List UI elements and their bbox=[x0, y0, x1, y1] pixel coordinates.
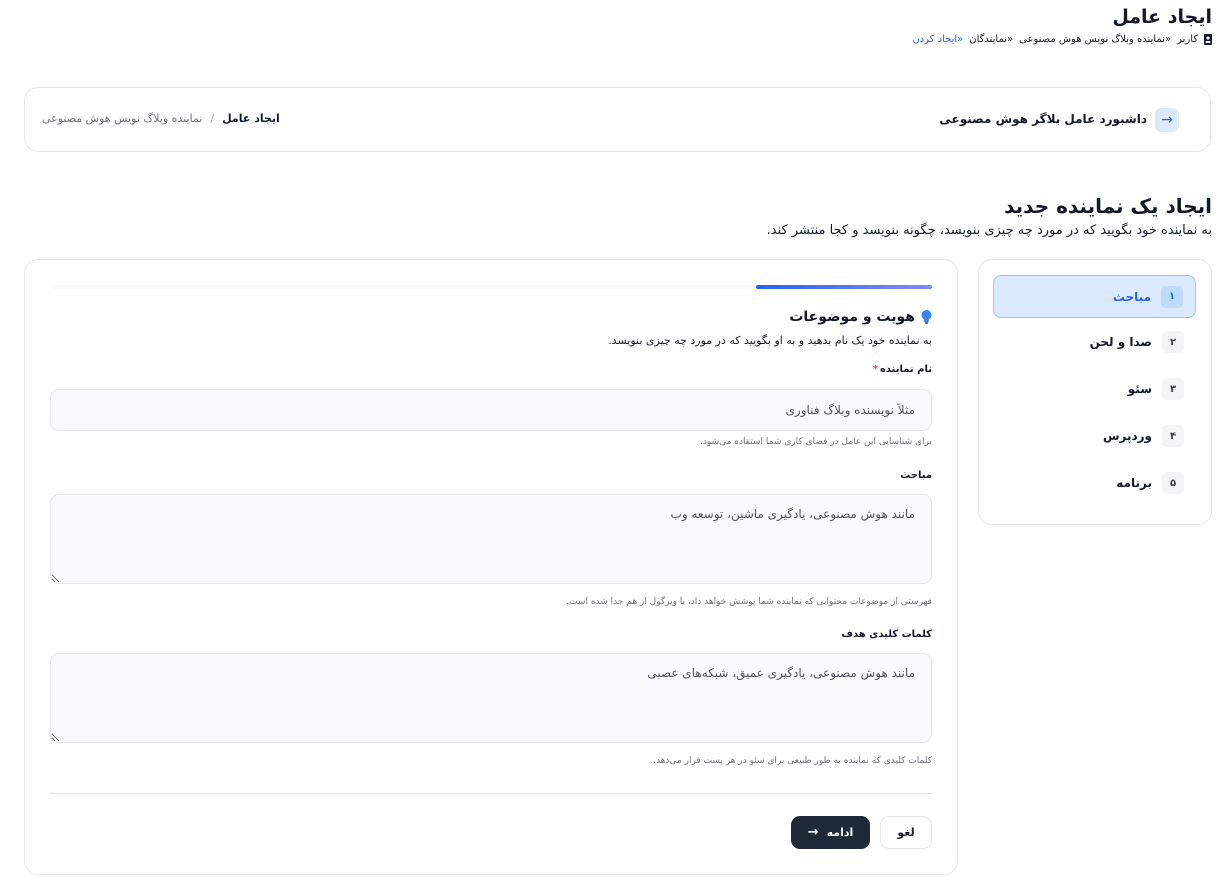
step-label: سئو bbox=[1127, 382, 1152, 396]
step-label: وردپرس bbox=[1102, 429, 1152, 443]
required-mark: * bbox=[872, 364, 878, 375]
step-number: ۳ bbox=[1162, 378, 1184, 400]
continue-label: ادامه bbox=[826, 826, 854, 839]
keywords-help: کلمات کلیدی که نماینده به طور طبیعی برای… bbox=[653, 756, 932, 766]
breadcrumb-agents[interactable]: «نمایندگان bbox=[969, 34, 1013, 45]
arrow-right-icon: → bbox=[1161, 112, 1173, 128]
divider bbox=[50, 793, 932, 794]
agent-name-label: نام نماینده* bbox=[873, 364, 932, 375]
page-title: ایجاد عامل bbox=[1112, 6, 1212, 28]
progress-bar bbox=[50, 285, 932, 289]
step-voice-tone[interactable]: ۲ صدا و لحن bbox=[993, 326, 1196, 358]
breadcrumb: کاربر «نماینده وبلاگ نویس هوش مصنوعی «نم… bbox=[912, 34, 1212, 45]
form-card: هویت و موضوعات به نماینده خود یک نام بده… bbox=[24, 259, 958, 875]
arrow-right-icon: → bbox=[807, 825, 819, 840]
topics-label: مباحث bbox=[900, 470, 932, 481]
step-label: برنامه bbox=[1116, 476, 1152, 490]
step-label: صدا و لحن bbox=[1089, 335, 1152, 349]
cancel-button[interactable]: لغو bbox=[880, 816, 932, 849]
breadcrumb-create[interactable]: «ایجاد کردن bbox=[912, 34, 963, 45]
keywords-label: کلمات کلیدی هدف bbox=[841, 629, 932, 640]
step-number: ۱ bbox=[1161, 285, 1183, 308]
page-subheading: به نماینده خود بگویید که در مورد چه چیزی… bbox=[766, 223, 1212, 238]
step-number: ۵ bbox=[1162, 472, 1184, 494]
step-number: ۲ bbox=[1162, 331, 1184, 353]
lightbulb-icon bbox=[921, 310, 932, 324]
breadcrumb-agent[interactable]: «نماینده وبلاگ نویس هوش مصنوعی bbox=[1019, 34, 1171, 45]
user-badge-icon bbox=[1204, 34, 1212, 45]
progress-fill bbox=[755, 285, 932, 289]
agent-name-label-text: نام نماینده bbox=[879, 364, 932, 375]
step-wordpress[interactable]: ۴ وردپرس bbox=[993, 420, 1196, 452]
inner-breadcrumb-prev[interactable]: نماینده وبلاگ نویس هوش مصنوعی bbox=[42, 112, 202, 125]
step-label: مباحث bbox=[1112, 289, 1151, 304]
inner-breadcrumb-current: ایجاد عامل bbox=[222, 112, 280, 125]
continue-button[interactable]: ادامه → bbox=[791, 816, 870, 849]
topics-help: فهرستی از موضوعات محتوایی که نماینده شما… bbox=[566, 597, 932, 607]
section-title-text: هویت و موضوعات bbox=[789, 309, 915, 325]
step-number: ۴ bbox=[1162, 425, 1184, 447]
agent-name-input[interactable] bbox=[50, 389, 932, 431]
dashboard-title: داشبورد عامل بلاگر هوش مصنوعی bbox=[939, 112, 1147, 126]
step-topics[interactable]: ۱ مباحث bbox=[993, 275, 1196, 318]
inner-breadcrumb: ایجاد عامل / نماینده وبلاگ نویس هوش مصنو… bbox=[42, 112, 280, 125]
section-title: هویت و موضوعات bbox=[789, 309, 932, 325]
inner-breadcrumb-separator: / bbox=[210, 112, 215, 125]
breadcrumb-user[interactable]: کاربر bbox=[1177, 34, 1198, 45]
agent-name-help: برای شناسایی این عامل در فضای کاری شما ا… bbox=[700, 437, 932, 447]
keywords-textarea[interactable] bbox=[50, 653, 932, 743]
steps-sidebar: ۱ مباحث ۲ صدا و لحن ۳ سئو ۴ وردپرس ۵ برن… bbox=[978, 259, 1212, 525]
back-button[interactable]: → bbox=[1155, 108, 1179, 132]
page-heading: ایجاد یک نماینده جدید bbox=[1004, 194, 1212, 218]
step-seo[interactable]: ۳ سئو bbox=[993, 373, 1196, 405]
step-schedule[interactable]: ۵ برنامه bbox=[993, 467, 1196, 499]
top-nav-card: → داشبورد عامل بلاگر هوش مصنوعی ایجاد عا… bbox=[24, 87, 1211, 152]
section-description: به نماینده خود یک نام بدهید و به او بگوی… bbox=[608, 334, 932, 347]
topics-textarea[interactable] bbox=[50, 494, 932, 584]
